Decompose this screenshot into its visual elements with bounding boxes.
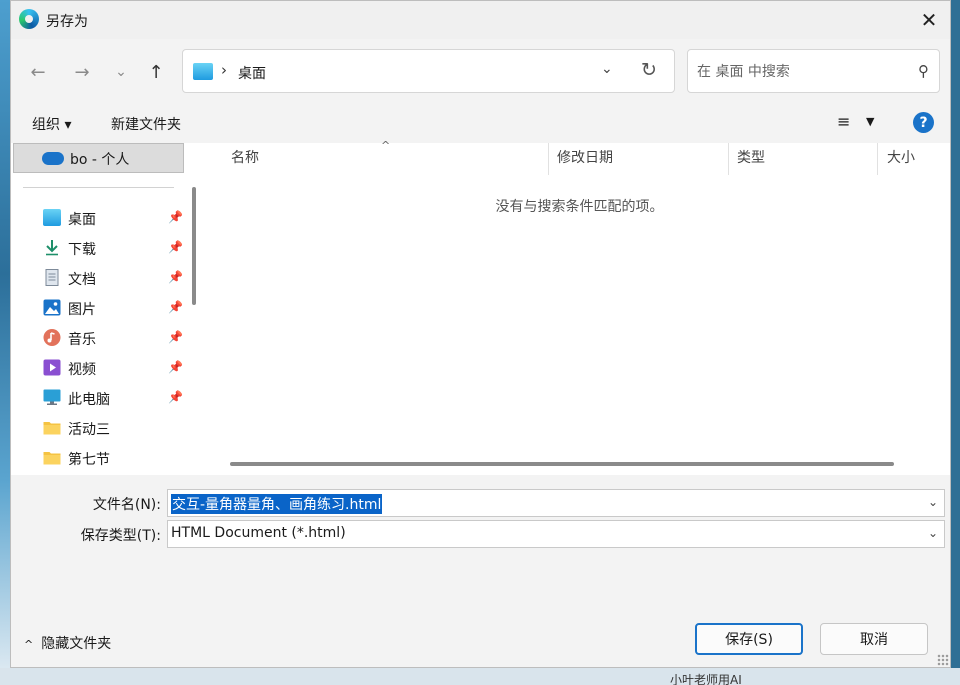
filename-value[interactable]: 交互-量角器量角、画角练习.html xyxy=(171,494,383,514)
picture-icon xyxy=(43,299,61,316)
breadcrumb-location[interactable]: 桌面 xyxy=(238,63,266,83)
edge-app-icon xyxy=(19,9,39,29)
chevron-down-icon[interactable]: ⌄ xyxy=(928,495,938,509)
command-bar: 组织 ▾ 新建文件夹 ≡ ▼ ? xyxy=(11,103,950,143)
arrow-left-icon: ← xyxy=(30,61,46,83)
background-window-strip xyxy=(0,668,960,685)
sidebar-item-folder-activity-3[interactable]: 活动三 xyxy=(11,413,191,443)
organize-button[interactable]: 组织 ▾ xyxy=(32,114,71,134)
sidebar-item-label: 此电脑 xyxy=(68,392,110,408)
save-button[interactable]: 保存(S) xyxy=(695,623,803,655)
pin-icon[interactable]: 📌 xyxy=(168,330,183,344)
pin-icon[interactable]: 📌 xyxy=(168,240,183,254)
pin-icon[interactable]: 📌 xyxy=(168,210,183,224)
close-button[interactable]: ✕ xyxy=(906,1,950,39)
column-header-date-modified[interactable]: 修改日期 xyxy=(557,147,613,167)
sidebar-item-this-pc[interactable]: 此电脑 📌 xyxy=(11,383,191,413)
navigation-bar: ← → ⌄ ↑ › 桌面 ⌄ ↻ ⚲ xyxy=(11,39,950,103)
sidebar-item-documents[interactable]: 文档 📌 xyxy=(11,263,191,293)
new-folder-button[interactable]: 新建文件夹 xyxy=(111,114,181,134)
dialog-title: 另存为 xyxy=(46,14,88,30)
pin-icon[interactable]: 📌 xyxy=(168,270,183,284)
search-input[interactable] xyxy=(697,61,897,83)
pin-icon[interactable]: 📌 xyxy=(168,300,183,314)
desktop-folder-icon xyxy=(193,63,213,80)
sidebar-item-label: 第七节 xyxy=(68,452,110,468)
sidebar-item-label: 视频 xyxy=(68,362,96,378)
sidebar-item-pictures[interactable]: 图片 📌 xyxy=(11,293,191,323)
view-options-icon[interactable]: ≡ xyxy=(837,112,850,131)
search-icon[interactable]: ⚲ xyxy=(918,62,929,80)
file-list-scrollbar[interactable] xyxy=(230,462,894,466)
column-header-size[interactable]: 大小 xyxy=(887,147,915,167)
filename-field[interactable]: 交互-量角器量角、画角练习.html ⌄ xyxy=(167,489,945,517)
column-divider[interactable] xyxy=(548,143,549,175)
arrow-right-icon: → xyxy=(74,61,90,83)
filename-label: 文件名(N): xyxy=(92,497,161,513)
forward-button[interactable]: → xyxy=(69,59,95,85)
arrow-up-icon: ↑ xyxy=(148,61,164,83)
folder-icon xyxy=(43,422,61,435)
sidebar-item-label: 图片 xyxy=(68,302,96,318)
breadcrumb-separator-icon[interactable]: › xyxy=(221,61,227,79)
video-icon xyxy=(43,359,61,376)
column-header-type[interactable]: 类型 xyxy=(737,147,765,167)
sidebar-item-label: 活动三 xyxy=(68,422,110,438)
search-box: ⚲ xyxy=(687,49,940,93)
resize-grip-icon[interactable] xyxy=(937,654,949,666)
filetype-value: HTML Document (*.html) xyxy=(171,525,346,541)
hide-folders-label: 隐藏文件夹 xyxy=(41,636,112,652)
sidebar-item-music[interactable]: 音乐 📌 xyxy=(11,323,191,353)
save-form: 文件名(N): 交互-量角器量角、画角练习.html ⌄ 保存类型(T): HT… xyxy=(11,475,950,667)
document-icon xyxy=(45,269,59,286)
view-dropdown-icon[interactable]: ▼ xyxy=(866,115,874,128)
sort-ascending-icon: ^ xyxy=(381,139,391,152)
cloud-icon xyxy=(42,152,64,165)
sidebar-item-videos[interactable]: 视频 📌 xyxy=(11,353,191,383)
download-icon xyxy=(46,240,58,256)
column-divider[interactable] xyxy=(728,143,729,175)
hide-folders-button[interactable]: ^ 隐藏文件夹 xyxy=(24,633,111,653)
empty-results-message: 没有与搜索条件匹配的项。 xyxy=(495,199,664,215)
column-divider[interactable] xyxy=(877,143,878,175)
sidebar-item-label: 下载 xyxy=(68,242,96,258)
sidebar-item-onedrive[interactable]: bo - 个人 xyxy=(13,143,184,173)
back-button[interactable]: ← xyxy=(25,59,51,85)
sidebar-item-label: 音乐 xyxy=(68,332,96,348)
sidebar-item-label: 文档 xyxy=(68,272,96,288)
title-bar: 另存为 ✕ xyxy=(11,1,950,39)
desktop-background xyxy=(0,0,10,685)
recent-locations-button[interactable]: ⌄ xyxy=(108,59,134,85)
sidebar-item-label: 桌面 xyxy=(68,212,96,228)
navigation-pane-scrollbar[interactable] xyxy=(192,187,196,305)
chevron-down-icon: ⌄ xyxy=(115,64,127,80)
address-bar[interactable]: › 桌面 ⌄ ↻ xyxy=(182,49,675,93)
help-icon[interactable]: ? xyxy=(913,112,934,133)
sidebar-item-desktop[interactable]: 桌面 📌 xyxy=(11,203,191,233)
desktop-icon xyxy=(43,209,61,226)
folder-icon xyxy=(43,452,61,465)
cancel-button[interactable]: 取消 xyxy=(820,623,928,655)
sidebar-item-downloads[interactable]: 下载 📌 xyxy=(11,233,191,263)
sidebar-item-folder-section-7[interactable]: 第七节 xyxy=(11,443,191,473)
filetype-select[interactable]: HTML Document (*.html) ⌄ xyxy=(167,520,945,548)
save-as-dialog: 另存为 ✕ ← → ⌄ ↑ › 桌面 ⌄ ↻ ⚲ 组织 ▾ xyxy=(10,0,951,668)
navigation-pane: bo - 个人 桌面 📌 下载 📌 文档 📌 图片 📌 音乐 📌 视频 📌 此电… xyxy=(11,143,207,475)
column-header-name[interactable]: 名称 xyxy=(231,147,259,167)
up-button[interactable]: ↑ xyxy=(143,59,169,85)
background-partial-text: 小叶老师用AI xyxy=(670,673,742,685)
close-icon: ✕ xyxy=(920,8,938,32)
music-icon xyxy=(43,329,61,346)
filetype-label: 保存类型(T): xyxy=(80,528,161,544)
address-dropdown-icon[interactable]: ⌄ xyxy=(601,61,613,77)
chevron-up-icon: ^ xyxy=(24,638,34,651)
sidebar-divider xyxy=(23,187,174,188)
refresh-icon[interactable]: ↻ xyxy=(641,59,657,81)
chevron-down-icon[interactable]: ⌄ xyxy=(928,526,938,540)
sidebar-item-label: bo - 个人 xyxy=(70,152,130,168)
pin-icon[interactable]: 📌 xyxy=(168,390,183,404)
file-list: ^ 名称 修改日期 类型 大小 没有与搜索条件匹配的项。 xyxy=(207,139,950,475)
computer-icon xyxy=(43,389,61,405)
pin-icon[interactable]: 📌 xyxy=(168,360,183,374)
